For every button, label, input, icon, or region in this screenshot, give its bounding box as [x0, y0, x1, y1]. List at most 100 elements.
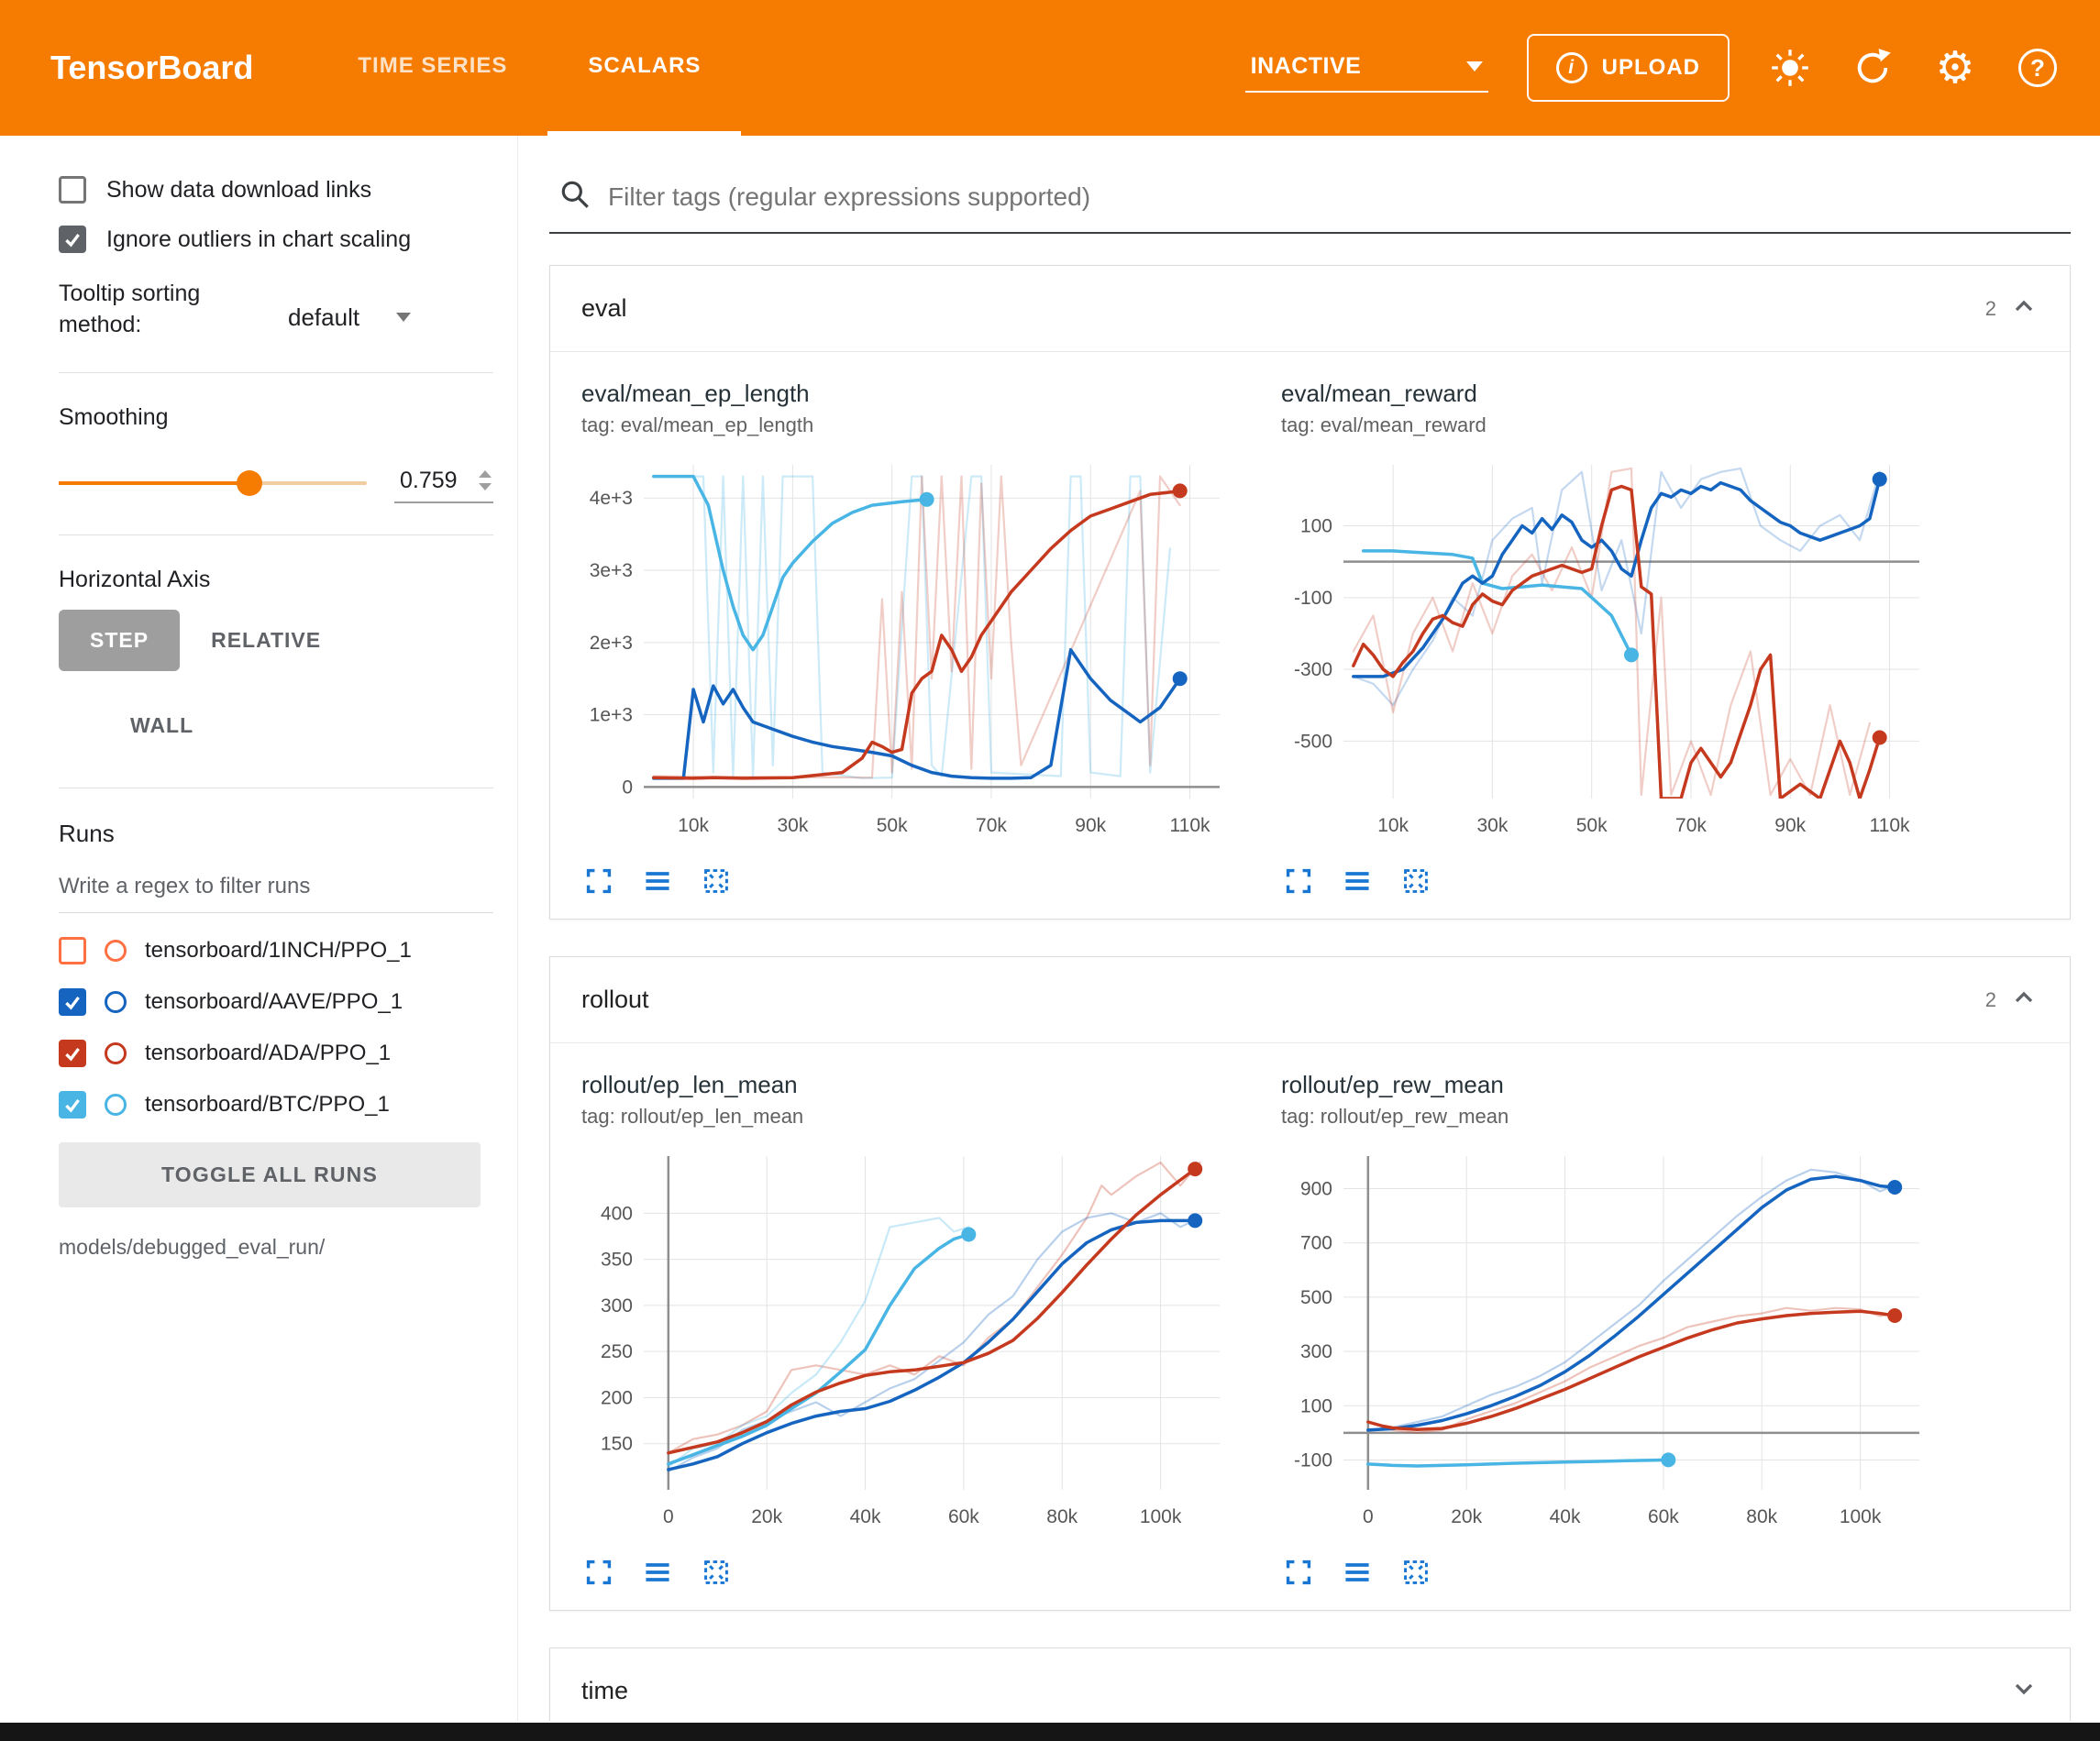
show-download-links-checkbox[interactable]: Show data download links	[59, 176, 493, 204]
svg-text:-100: -100	[1294, 1449, 1332, 1471]
runs-menu-icon[interactable]	[1342, 865, 1373, 897]
collapse-up-icon[interactable]	[2009, 292, 2039, 325]
svg-text:60k: 60k	[948, 1506, 979, 1527]
fit-domain-icon[interactable]	[1400, 865, 1431, 897]
slider-thumb[interactable]	[237, 470, 262, 496]
run-row[interactable]: tensorboard/BTC/PPO_1	[59, 1091, 493, 1118]
svg-text:10k: 10k	[678, 815, 709, 836]
collapse-down-icon[interactable]	[2009, 1674, 2039, 1708]
chart-toolbar	[1272, 1548, 1955, 1588]
chart-plot[interactable]: 150200250300350400020k40k60k80k100k	[572, 1143, 1255, 1548]
chart-plot[interactable]: 100-100-300-50010k30k50k70k90k110k	[1272, 452, 1955, 856]
brightness-icon[interactable]	[1768, 46, 1812, 90]
line-chart[interactable]: 150200250300350400020k40k60k80k100k	[572, 1143, 1232, 1543]
run-row[interactable]: tensorboard/1INCH/PPO_1	[59, 937, 493, 964]
info-icon: i	[1556, 52, 1587, 83]
expand-chart-icon[interactable]	[1283, 1557, 1314, 1588]
svg-text:80k: 80k	[1046, 1506, 1078, 1527]
fit-domain-icon[interactable]	[701, 1557, 732, 1588]
chart-tag: tag: rollout/ep_rew_mean	[1272, 1105, 1955, 1129]
run-row[interactable]: tensorboard/ADA/PPO_1	[59, 1040, 493, 1067]
section-rollout-header[interactable]: rollout 2	[550, 957, 2070, 1042]
svg-text:250: 250	[601, 1341, 633, 1362]
runs-menu-icon[interactable]	[642, 865, 673, 897]
section-eval: eval 2 eval/mean_ep_length tag: eval/mea…	[549, 265, 2071, 920]
section-count: 2	[1985, 297, 1996, 321]
svg-text:900: 900	[1300, 1179, 1332, 1200]
refresh-icon[interactable]	[1851, 46, 1895, 90]
section-title: rollout	[581, 986, 649, 1014]
run-label: tensorboard/BTC/PPO_1	[145, 1092, 390, 1118]
settings-gear-icon[interactable]: ⚙	[1933, 46, 1977, 90]
section-time-header[interactable]: time	[550, 1648, 2070, 1721]
chart-rollout-ep-len-mean: rollout/ep_len_mean tag: rollout/ep_len_…	[572, 1071, 1255, 1588]
svg-text:0: 0	[663, 1506, 674, 1527]
svg-text:100: 100	[1300, 516, 1332, 537]
svg-text:3e+3: 3e+3	[590, 560, 633, 581]
section-eval-header[interactable]: eval 2	[550, 266, 2070, 351]
smoothing-value: 0.759	[400, 468, 458, 494]
tab-scalars[interactable]: SCALARS	[547, 0, 741, 136]
tab-time-series[interactable]: TIME SERIES	[317, 0, 547, 136]
chart-plot[interactable]: 01e+32e+33e+34e+310k30k50k70k90k110k	[572, 452, 1255, 856]
tag-filter-input[interactable]	[608, 182, 2061, 212]
upload-button[interactable]: i UPLOAD	[1527, 34, 1730, 102]
svg-text:100: 100	[1300, 1395, 1332, 1416]
status-dropdown[interactable]: INACTIVE	[1245, 44, 1488, 93]
svg-text:50k: 50k	[1576, 815, 1608, 836]
step-button[interactable]: STEP	[59, 610, 180, 671]
chart-eval-mean-reward: eval/mean_reward tag: eval/mean_reward 1…	[1272, 380, 1955, 897]
line-chart[interactable]: 100-100-300-50010k30k50k70k90k110k	[1272, 452, 1932, 852]
runs-menu-icon[interactable]	[642, 1557, 673, 1588]
svg-text:10k: 10k	[1377, 815, 1409, 836]
run-checkbox[interactable]	[59, 1091, 86, 1118]
runs-menu-icon[interactable]	[1342, 1557, 1373, 1588]
divider	[59, 534, 493, 535]
run-row[interactable]: tensorboard/AAVE/PPO_1	[59, 988, 493, 1016]
header-actions: INACTIVE i UPLOAD ⚙ ?	[1245, 0, 2100, 136]
app-header: TensorBoard TIME SERIES SCALARS INACTIVE…	[0, 0, 2100, 136]
svg-text:150: 150	[601, 1434, 633, 1455]
run-checkbox[interactable]	[59, 937, 86, 964]
svg-text:70k: 70k	[1675, 815, 1707, 836]
ignore-outliers-label: Ignore outliers in chart scaling	[106, 226, 411, 253]
runs-filter-input[interactable]	[59, 868, 493, 913]
expand-chart-icon[interactable]	[583, 1557, 614, 1588]
run-label: tensorboard/ADA/PPO_1	[145, 1041, 391, 1066]
show-download-links-label: Show data download links	[106, 177, 371, 204]
tooltip-sorting-dropdown[interactable]: default	[288, 303, 411, 341]
line-chart[interactable]: -100100300500700900020k40k60k80k100k	[1272, 1143, 1932, 1543]
runs-section-label: Runs	[59, 820, 493, 848]
divider	[59, 372, 493, 373]
run-checkbox[interactable]	[59, 1040, 86, 1067]
stepper-icons[interactable]	[479, 470, 492, 490]
svg-text:0: 0	[622, 777, 633, 798]
svg-text:2e+3: 2e+3	[590, 633, 633, 654]
run-checkbox[interactable]	[59, 988, 86, 1016]
toggle-all-runs-button[interactable]: TOGGLE ALL RUNS	[59, 1142, 481, 1207]
collapse-up-icon[interactable]	[2009, 983, 2039, 1017]
smoothing-slider[interactable]	[59, 481, 367, 485]
expand-chart-icon[interactable]	[1283, 865, 1314, 897]
svg-text:20k: 20k	[1451, 1506, 1482, 1527]
fit-domain-icon[interactable]	[701, 865, 732, 897]
relative-button[interactable]: RELATIVE	[180, 610, 352, 671]
expand-chart-icon[interactable]	[583, 865, 614, 897]
svg-text:80k: 80k	[1746, 1506, 1777, 1527]
fit-domain-icon[interactable]	[1400, 1557, 1431, 1588]
wall-button[interactable]: WALL	[99, 695, 225, 756]
chart-title: eval/mean_reward	[1272, 380, 1955, 408]
help-icon[interactable]: ?	[2016, 46, 2060, 90]
svg-text:60k: 60k	[1648, 1506, 1679, 1527]
chart-tag: tag: eval/mean_ep_length	[572, 413, 1255, 437]
chart-rollout-ep-rew-mean: rollout/ep_rew_mean tag: rollout/ep_rew_…	[1272, 1071, 1955, 1588]
app-title: TensorBoard	[0, 0, 317, 136]
smoothing-input[interactable]: 0.759	[394, 464, 493, 503]
ignore-outliers-checkbox[interactable]: Ignore outliers in chart scaling	[59, 226, 493, 253]
chart-plot[interactable]: -100100300500700900020k40k60k80k100k	[1272, 1143, 1955, 1548]
svg-text:110k: 110k	[1170, 815, 1210, 836]
settings-sidebar: Show data download links Ignore outliers…	[0, 136, 518, 1721]
chart-toolbar	[572, 856, 1255, 897]
status-label: INACTIVE	[1251, 53, 1362, 80]
line-chart[interactable]: 01e+32e+33e+34e+310k30k50k70k90k110k	[572, 452, 1232, 852]
